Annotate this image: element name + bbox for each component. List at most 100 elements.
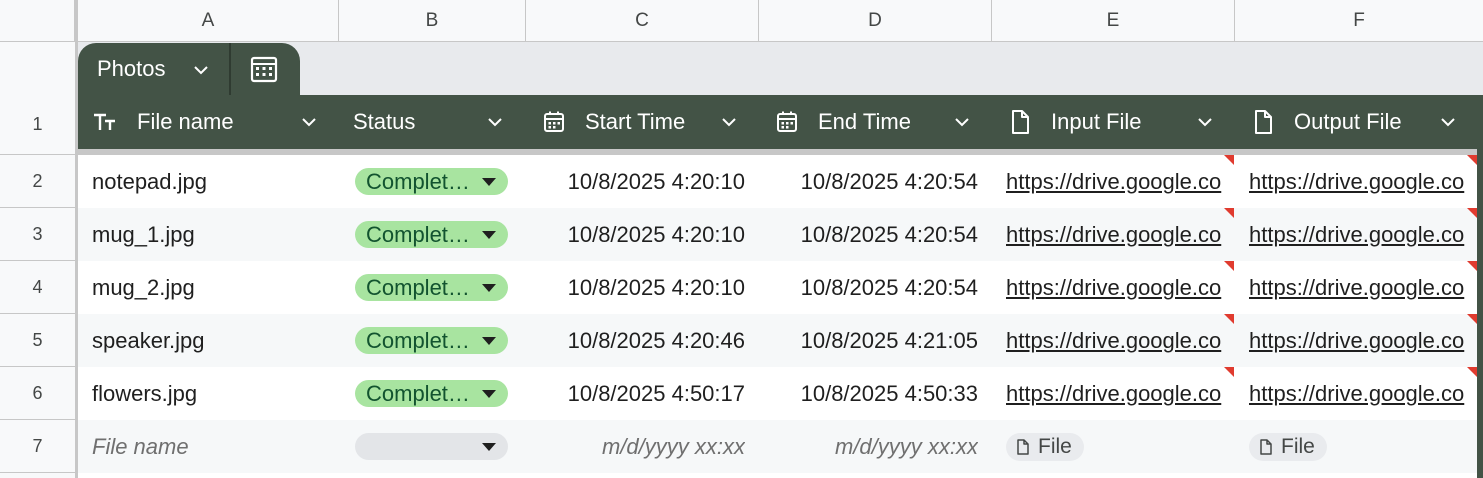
output-file-link[interactable]: https://drive.google.co	[1249, 155, 1477, 208]
output-file-link[interactable]: https://drive.google.co	[1249, 314, 1477, 367]
cell-note-flag	[1224, 261, 1234, 271]
cell-note-flag	[1224, 155, 1234, 165]
link-text[interactable]: https://drive.google.co	[1006, 275, 1221, 301]
table-right-edge	[1477, 95, 1483, 478]
header-label: End Time	[818, 109, 911, 134]
end-time-cell[interactable]: 10/8/2025 4:21:05	[763, 314, 978, 367]
link-text[interactable]: https://drive.google.co	[1006, 328, 1221, 354]
header-start-time[interactable]: Start Time	[541, 95, 751, 149]
header-label: File name	[137, 109, 234, 134]
column-header-e[interactable]: E	[992, 0, 1235, 42]
dropdown-arrow-icon	[482, 178, 496, 186]
file-name-cell[interactable]: mug_2.jpg	[92, 261, 332, 314]
cell-note-flag	[1467, 261, 1477, 271]
status-chip-label: Complet…	[366, 274, 470, 300]
file-name-cell[interactable]: speaker.jpg	[92, 314, 332, 367]
end-time-input[interactable]: m/d/yyyy xx:xx	[763, 420, 978, 473]
file-icon	[1260, 439, 1272, 455]
chevron-down-icon[interactable]	[191, 60, 211, 80]
select-all-corner[interactable]	[0, 0, 78, 42]
chevron-down-icon[interactable]	[951, 111, 973, 133]
header-status[interactable]: Status	[353, 95, 518, 149]
start-time-input[interactable]: m/d/yyyy xx:xx	[530, 420, 745, 473]
output-file-link[interactable]: https://drive.google.co	[1249, 261, 1477, 314]
end-time-cell[interactable]: 10/8/2025 4:20:54	[763, 261, 978, 314]
status-dropdown[interactable]: Complet…	[355, 380, 508, 407]
status-chip-label: Complet…	[366, 221, 470, 247]
input-file-link[interactable]: https://drive.google.co	[1006, 155, 1235, 208]
chevron-down-icon[interactable]	[1194, 111, 1216, 133]
row-header-5[interactable]: 5	[0, 314, 75, 367]
chevron-down-icon[interactable]	[718, 111, 740, 133]
row-header-1[interactable]: 1	[0, 95, 75, 155]
file-name-cell[interactable]: flowers.jpg	[92, 367, 332, 420]
file-name-input[interactable]: File name	[92, 420, 332, 473]
row-header-7[interactable]: 7	[0, 420, 75, 473]
start-time-cell[interactable]: 10/8/2025 4:20:10	[530, 155, 745, 208]
file-icon	[1255, 110, 1272, 134]
start-time-cell[interactable]: 10/8/2025 4:20:10	[530, 261, 745, 314]
column-header-d[interactable]: D	[759, 0, 992, 42]
row-header-3[interactable]: 3	[0, 208, 75, 261]
column-header-f[interactable]: F	[1235, 0, 1483, 42]
header-label: Output File	[1294, 109, 1402, 134]
dropdown-arrow-icon	[482, 390, 496, 398]
start-time-cell[interactable]: 10/8/2025 4:50:17	[530, 367, 745, 420]
file-icon	[1012, 110, 1029, 134]
end-time-cell[interactable]: 10/8/2025 4:50:33	[763, 367, 978, 420]
file-chip-label: File	[1038, 435, 1072, 458]
table-calculator-icon[interactable]	[248, 53, 280, 85]
file-chip-label: File	[1281, 435, 1315, 458]
dropdown-arrow-icon	[482, 284, 496, 292]
status-dropdown[interactable]: Complet…	[355, 221, 508, 248]
column-header-c[interactable]: C	[526, 0, 759, 42]
link-text[interactable]: https://drive.google.co	[1006, 381, 1221, 407]
output-file-chip[interactable]: File	[1249, 433, 1327, 461]
header-input-file[interactable]: Input File	[1007, 95, 1229, 149]
file-name-cell[interactable]: notepad.jpg	[92, 155, 332, 208]
status-dropdown[interactable]	[355, 433, 508, 460]
output-file-link[interactable]: https://drive.google.co	[1249, 367, 1477, 420]
input-file-link[interactable]: https://drive.google.co	[1006, 314, 1235, 367]
link-text[interactable]: https://drive.google.co	[1249, 381, 1464, 407]
input-file-link[interactable]: https://drive.google.co	[1006, 208, 1235, 261]
chevron-down-icon[interactable]	[484, 111, 506, 133]
header-end-time[interactable]: End Time	[774, 95, 984, 149]
status-chip-label: Complet…	[366, 380, 470, 406]
cell-note-flag	[1467, 367, 1477, 377]
dropdown-arrow-icon	[482, 231, 496, 239]
start-time-cell[interactable]: 10/8/2025 4:20:10	[530, 208, 745, 261]
output-file-link[interactable]: https://drive.google.co	[1249, 208, 1477, 261]
calendar-icon	[544, 111, 564, 132]
table-name[interactable]: Photos	[97, 56, 166, 82]
link-text[interactable]: https://drive.google.co	[1249, 328, 1464, 354]
link-text[interactable]: https://drive.google.co	[1249, 222, 1464, 248]
input-file-link[interactable]: https://drive.google.co	[1006, 261, 1235, 314]
cell-note-flag	[1224, 367, 1234, 377]
file-name-cell[interactable]: mug_1.jpg	[92, 208, 332, 261]
input-file-chip[interactable]: File	[1006, 433, 1084, 461]
end-time-cell[interactable]: 10/8/2025 4:20:54	[763, 155, 978, 208]
row-header-2[interactable]: 2	[0, 155, 75, 208]
cell-note-flag	[1467, 208, 1477, 218]
row-header-6[interactable]: 6	[0, 367, 75, 420]
link-text[interactable]: https://drive.google.co	[1249, 169, 1464, 195]
row-header-4[interactable]: 4	[0, 261, 75, 314]
status-dropdown[interactable]: Complet…	[355, 274, 508, 301]
input-file-link[interactable]: https://drive.google.co	[1006, 367, 1235, 420]
link-text[interactable]: https://drive.google.co	[1006, 222, 1221, 248]
file-icon	[1017, 439, 1029, 455]
status-dropdown[interactable]: Complet…	[355, 168, 508, 195]
link-text[interactable]: https://drive.google.co	[1006, 169, 1221, 195]
tab-divider	[229, 43, 231, 95]
chevron-down-icon[interactable]	[298, 111, 320, 133]
link-text[interactable]: https://drive.google.co	[1249, 275, 1464, 301]
column-header-b[interactable]: B	[339, 0, 526, 42]
start-time-cell[interactable]: 10/8/2025 4:20:46	[530, 314, 745, 367]
column-header-a[interactable]: A	[78, 0, 339, 42]
chevron-down-icon[interactable]	[1437, 111, 1459, 133]
header-file-name[interactable]: File name	[92, 95, 332, 149]
status-dropdown[interactable]: Complet…	[355, 327, 508, 354]
header-output-file[interactable]: Output File	[1250, 95, 1472, 149]
end-time-cell[interactable]: 10/8/2025 4:20:54	[763, 208, 978, 261]
